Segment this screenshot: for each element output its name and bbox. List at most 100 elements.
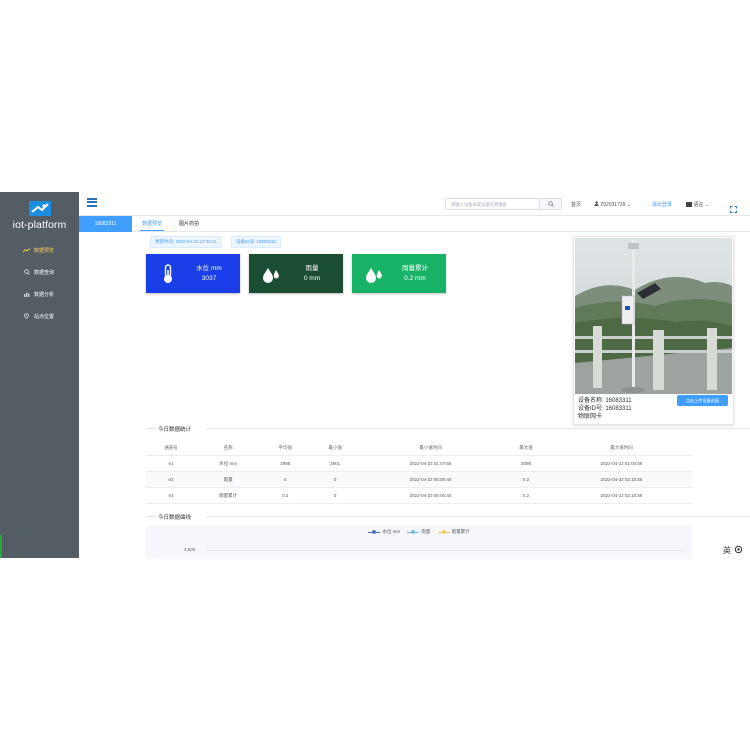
upload-cover-button[interactable]: 点击上传设备封面 [677, 395, 728, 406]
settings-icon[interactable] [734, 545, 743, 556]
legend-label: 雨量累计 [451, 529, 470, 534]
legend-marker [407, 530, 420, 534]
sidebar-item-label: 数据分析 [34, 291, 55, 298]
logout-link[interactable]: 退出登录 [652, 201, 672, 208]
legend-item-rainfall-total[interactable]: 雨量累计 [437, 529, 470, 535]
top-bar: 请输入设备ID或设备名称搜索 首页 292031739 ⌄ 退出登录 语言 ⌄ [79, 192, 750, 216]
sim-card-text: 物联网卡 [578, 414, 603, 420]
column-header: 通道号 [146, 440, 196, 456]
table-row: e3 雨量累计 0.2 0 2022-04-22 00:00:40 0.2 20… [146, 487, 692, 504]
stats-title: 今日数据统计 [158, 427, 192, 433]
table-cell: 2022-04-22 01:07:56 [360, 455, 502, 472]
stats-table: 通道号 名称 平均值 最小值 最小值时间 最大值 最大值时间 e1 水位 mm … [146, 440, 692, 504]
legend-marker [437, 530, 450, 534]
table-cell: 2022-04-22 01:00:56 [550, 455, 692, 472]
table-cell: 2022-04-22 00:00:40 [360, 471, 502, 488]
legend-item-water-level[interactable]: 水位 mm [368, 529, 400, 535]
divider [206, 516, 750, 517]
table-cell: 2995 [260, 455, 311, 472]
table-cell: e2 [146, 471, 196, 488]
brand-logo[interactable]: iot-platform [0, 198, 79, 242]
location-icon [22, 313, 31, 319]
table-cell: 水位 mm [195, 455, 261, 472]
rainfall-total-card: 雨量累计 0.2 mm [352, 254, 446, 293]
language-icon [686, 202, 692, 208]
table-cell: 0.2 [260, 487, 311, 504]
menu-toggle-icon[interactable] [87, 198, 97, 207]
sidebar: iot-platform 数据预览 数据查询 数据分析 站点位置 [0, 192, 79, 558]
brand-name: iot-platform [12, 219, 67, 231]
table-cell: 2901 [310, 455, 361, 472]
device-tab[interactable]: 16083311 [79, 216, 132, 232]
tab-divider [132, 231, 750, 232]
table-cell: 0.2 [501, 487, 551, 504]
language-toggle[interactable]: 英 [723, 545, 731, 556]
gridline [206, 550, 686, 551]
tab-bar: 16083311 数据预览 图片抓拍 [79, 216, 750, 232]
table-header-row: 通道号 名称 平均值 最小值 最小值时间 最大值 最大值时间 [146, 440, 692, 456]
legend-item-rainfall[interactable]: 雨量 [407, 529, 430, 535]
table-cell: e3 [146, 487, 196, 504]
active-tab-indicator [140, 230, 164, 231]
bar-chart-icon [22, 292, 31, 297]
language-menu[interactable]: 语言 ⌄ [686, 201, 709, 208]
table-cell: 0 [260, 471, 311, 488]
legend-label: 雨量 [421, 529, 431, 534]
device-photo-card: 设备名称: 16083311 设备ID号: 16083311 物联网卡 点击上传… [573, 236, 734, 425]
sidebar-item-label: 站点位置 [34, 313, 55, 320]
divider [146, 516, 155, 517]
card-label: 雨量累计 [402, 265, 428, 272]
legend-marker [368, 530, 381, 534]
table-row: e1 水位 mm 2995 2901 2022-04-22 01:07:56 3… [146, 455, 692, 472]
user-name: 292031739 [600, 202, 626, 208]
table-cell: 0 [310, 487, 361, 504]
tab-data-preview[interactable]: 数据预览 [142, 220, 162, 227]
table-cell: 0.2 [501, 471, 551, 488]
column-header: 最大值 [501, 440, 551, 456]
card-value: 0 mm [303, 275, 321, 282]
card-label: 水位 mm [196, 265, 222, 272]
sidebar-item-site-location[interactable]: 站点位置 [0, 308, 79, 324]
data-curve-chart: 水位 mm 雨量 雨量累计 3,500 [146, 525, 692, 558]
table-cell: 0 [310, 471, 361, 488]
card-label: 雨量 [305, 265, 319, 272]
table-cell: e1 [146, 455, 196, 472]
sidebar-item-label: 数据预览 [34, 247, 55, 254]
column-header: 平均值 [260, 440, 311, 456]
search-icon [22, 269, 31, 275]
sidebar-item-data-query[interactable]: 数据查询 [0, 264, 79, 280]
curve-title: 今日数据曲线 [158, 515, 192, 521]
column-header: 最小值时间 [360, 440, 502, 456]
column-header: 最大值时间 [550, 440, 692, 456]
water-drops-icon [366, 268, 382, 283]
edge-indicator [0, 535, 2, 558]
device-photo [575, 238, 732, 394]
column-header: 名称 [195, 440, 261, 456]
legend-label: 水位 mm [382, 529, 401, 534]
rainfall-card: 雨量 0 mm [249, 254, 343, 293]
chart-legend: 水位 mm 雨量 雨量累计 [146, 529, 692, 535]
search-input[interactable]: 请输入设备ID或设备名称搜索 [445, 198, 540, 210]
thermometer-icon [164, 264, 172, 283]
search-button[interactable] [540, 198, 562, 210]
table-row: e2 雨量 0 0 2022-04-22 00:00:40 0.2 2022-0… [146, 471, 692, 488]
table-cell: 雨量累计 [195, 487, 261, 504]
user-menu[interactable]: 292031739 ⌄ [594, 201, 631, 208]
card-value: 3037 [201, 275, 217, 282]
home-link[interactable]: 首页 [571, 201, 581, 208]
language-label: 语言 [693, 202, 704, 208]
divider [146, 428, 155, 429]
sidebar-item-data-preview[interactable]: 数据预览 [0, 242, 79, 258]
column-header: 最小值 [310, 440, 361, 456]
table-cell: 2022-04-22 02:10:56 [550, 487, 692, 504]
user-icon [594, 201, 599, 208]
y-axis-tick: 3,500 [184, 547, 196, 552]
device-id-tag: 设备ID号: 16083311 [231, 236, 282, 248]
trend-icon [22, 247, 31, 253]
sidebar-item-data-analysis[interactable]: 数据分析 [0, 286, 79, 302]
card-value: 0.2 mm [404, 275, 426, 282]
tab-image-capture[interactable]: 图片抓拍 [179, 220, 199, 227]
search-icon [547, 201, 554, 207]
divider [206, 428, 750, 429]
app-window: iot-platform 数据预览 数据查询 数据分析 站点位置 请输入设备ID… [0, 192, 750, 558]
